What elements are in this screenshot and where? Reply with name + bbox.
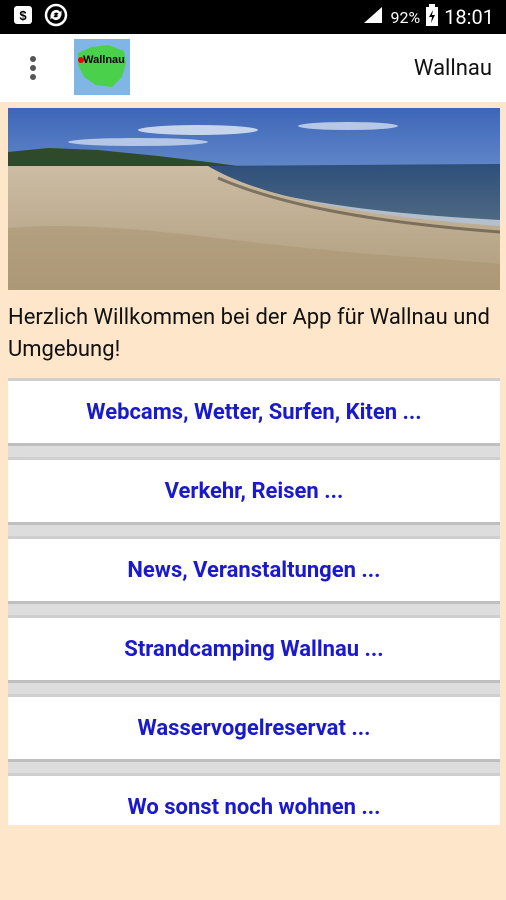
main-content: Herzlich Willkommen bei der App für Wall… xyxy=(8,108,500,366)
beach-photo xyxy=(8,108,500,290)
menu-item-wasservogelreservat[interactable]: Wasservogelreservat ... xyxy=(8,694,500,762)
logo-text: Wallnau xyxy=(83,54,125,66)
menu-item-verkehr[interactable]: Verkehr, Reisen ... xyxy=(8,457,500,525)
sync-icon xyxy=(44,3,68,31)
app-logo: Wallnau xyxy=(74,39,130,95)
overflow-menu-button[interactable] xyxy=(0,34,66,102)
menu-item-webcams[interactable]: Webcams, Wetter, Surfen, Kiten ... xyxy=(8,378,500,446)
battery-percent: 92% xyxy=(390,7,421,27)
menu-item-wohnen[interactable]: Wo sonst noch wohnen ... xyxy=(8,773,500,825)
status-bar: $ 92% 18:01 xyxy=(0,0,506,34)
menu-list: Webcams, Wetter, Surfen, Kiten ... Verke… xyxy=(8,378,500,825)
more-vertical-icon xyxy=(30,56,36,80)
dollar-icon: $ xyxy=(12,4,34,30)
welcome-text: Herzlich Willkommen bei der App für Wall… xyxy=(8,305,490,362)
menu-item-news[interactable]: News, Veranstaltungen ... xyxy=(8,536,500,604)
clock: 18:01 xyxy=(444,5,494,29)
signal-icon xyxy=(362,5,384,30)
menu-item-strandcamping[interactable]: Strandcamping Wallnau ... xyxy=(8,615,500,683)
page-title: Wallnau xyxy=(413,56,492,81)
battery-icon xyxy=(426,3,439,31)
svg-text:$: $ xyxy=(19,8,27,23)
